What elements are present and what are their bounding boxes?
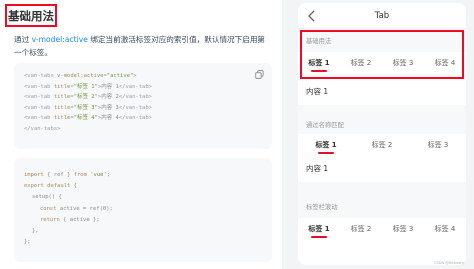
code-token: const <box>40 205 57 212</box>
code-token: active = ref(0); <box>56 205 113 212</box>
code-token: "标签 4" <box>73 115 98 121</box>
tabs-scrollable: 标签 1 标签 2 标签 3 标签 4 <box>298 218 466 240</box>
code-token: export default <box>24 183 71 190</box>
code-token: 内容 3 <box>101 104 119 111</box>
code-line: return { active }; <box>24 215 262 226</box>
code-token: title <box>53 83 71 90</box>
code-line: <van-tab title="标签 2">内容 2</van-tab> <box>24 92 262 103</box>
description-inline-code: v-model:active <box>31 35 88 44</box>
tab-scroll-2[interactable]: 标签 2 <box>340 218 382 240</box>
code-token: ; <box>106 172 111 178</box>
group-title-match-by-name: 通过名称匹配 <box>306 122 344 129</box>
code-token: v-model:active <box>57 73 104 79</box>
watermark: CSDN @Beaudry <box>433 261 464 265</box>
code-token: { ref } <box>43 172 74 178</box>
nav-title: Tab <box>374 11 390 21</box>
tab-scroll-4[interactable]: 标签 4 <box>424 218 466 240</box>
code-token: </van-tab> <box>118 83 152 90</box>
code-line: <van-tab title="标签 1">内容 1</van-tab> <box>24 82 262 93</box>
code-token: 内容 1 <box>101 83 119 90</box>
code-token: <van-tab <box>24 94 54 100</box>
code-token: title <box>53 115 71 121</box>
code-token: "active" <box>106 73 134 79</box>
script-code-block: import { ref } from 'vue'; export defaul… <box>14 158 272 262</box>
tab-scroll-3[interactable]: 标签 3 <box>382 218 424 240</box>
code-token: "标签 1" <box>73 83 98 90</box>
code-token: "标签 3" <box>73 104 98 111</box>
tab-content-basic: 内容 1 <box>298 79 466 105</box>
tab-content-match-by-name: 内容 1 <box>298 156 466 182</box>
section-title: 基础用法 <box>5 4 57 27</box>
code-token: title <box>53 94 71 100</box>
tabs-match-by-name: 标签 1 标签 2 标签 3 <box>298 134 466 156</box>
highlight-box <box>300 30 464 79</box>
code-token: > <box>133 73 137 79</box>
tab-name-3[interactable]: 标签 3 <box>410 134 466 156</box>
code-token: </van-tab> <box>118 94 152 100</box>
code-line: <van-tab title="标签 4">内容 4</van-tab> <box>24 113 262 124</box>
description-text-pre: 通过 <box>14 35 32 44</box>
template-code-lines: <van-tabs v-model:active="active"> <van-t… <box>24 71 262 134</box>
code-line: <van-tab title="标签 3">内容 3</van-tab> <box>24 103 262 114</box>
code-line: </van-tabs> <box>24 124 262 135</box>
code-line: <van-tabs v-model:active="active"> <box>24 71 262 82</box>
code-token: import <box>24 172 44 178</box>
code-token: </van-tab> <box>118 115 152 121</box>
nav-bar: Tab <box>298 3 466 29</box>
code-token: setup() { <box>32 194 62 201</box>
doc-panel: 基础用法 通过 v-model:active 绑定当前激活标签对应的索引值，默认… <box>0 0 282 269</box>
code-token: 内容 4 <box>101 115 119 121</box>
tab-name-1[interactable]: 标签 1 <box>298 134 354 156</box>
code-line: export default { <box>24 181 262 192</box>
section-description: 通过 v-model:active 绑定当前激活标签对应的索引值，默认情况下启用… <box>14 33 272 59</box>
code-token: 内容 2 <box>101 94 119 100</box>
code-line: const active = ref(0); <box>24 204 262 215</box>
code-token: <van-tab <box>24 104 54 111</box>
code-token: </van-tabs> <box>24 125 61 132</box>
code-line: import { ref } from 'vue'; <box>24 170 262 181</box>
code-token: 'vue' <box>86 172 107 178</box>
copy-icon[interactable] <box>255 70 264 79</box>
script-code-lines: import { ref } from 'vue'; export defaul… <box>24 170 262 248</box>
code-line: }, <box>24 226 262 237</box>
code-token: }, <box>32 228 39 235</box>
screen: 基础用法 通过 v-model:active 绑定当前激活标签对应的索引值，默认… <box>0 0 474 269</box>
code-token: <van-tab <box>24 115 54 121</box>
code-line: }; <box>24 237 262 248</box>
tab-scroll-1[interactable]: 标签 1 <box>298 218 340 240</box>
code-token: }; <box>24 239 31 246</box>
code-token: return <box>40 216 60 223</box>
code-token: { active }; <box>59 216 100 223</box>
code-token: <van-tab <box>24 83 54 90</box>
tab-name-2[interactable]: 标签 2 <box>354 134 410 156</box>
template-code-block: <van-tabs v-model:active="active"> <van-t… <box>14 63 272 149</box>
code-token: { <box>70 183 77 190</box>
code-line: setup() { <box>24 192 262 203</box>
code-token: </van-tab> <box>118 104 152 111</box>
code-token: <van-tabs <box>24 73 58 79</box>
code-token: title <box>53 104 71 111</box>
group-title-scrollable: 标签栏滚动 <box>306 204 338 211</box>
code-token: "标签 2" <box>73 94 98 100</box>
code-token: from <box>73 172 87 178</box>
